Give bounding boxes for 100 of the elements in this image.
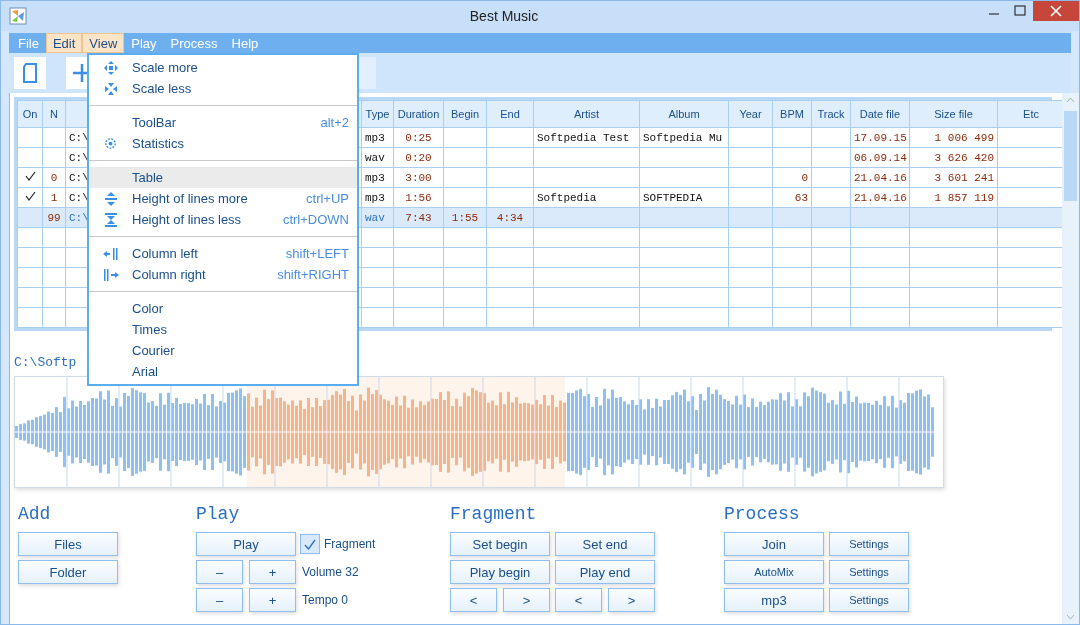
column-header[interactable]: Etc <box>997 100 1065 128</box>
column-header[interactable]: BPM <box>772 100 812 128</box>
table-cell: 3 601 241 <box>934 171 994 184</box>
column-header[interactable]: Duration <box>393 100 444 128</box>
table-cell: wav <box>365 151 385 164</box>
menu-item[interactable]: Times <box>89 319 357 340</box>
column-header[interactable]: On <box>17 100 43 128</box>
table-cell: mp3 <box>365 191 385 204</box>
expand-rows-icon <box>103 191 118 206</box>
menu-item[interactable]: Courier <box>89 340 357 361</box>
settings-button[interactable]: Settings <box>829 588 909 612</box>
table-cell: wav <box>365 211 385 224</box>
close-icon[interactable] <box>1033 1 1079 21</box>
add-button[interactable]: Folder <box>18 560 118 584</box>
menu-item[interactable]: Color <box>89 298 357 319</box>
settings-button[interactable]: Settings <box>829 560 909 584</box>
scroll-down-icon[interactable] <box>1066 614 1075 620</box>
table-cell: 0:25 <box>405 131 432 144</box>
new-file-button[interactable] <box>14 57 46 89</box>
process-button[interactable]: mp3 <box>724 588 824 612</box>
table-cell: 1 006 499 <box>934 131 994 144</box>
table-cell: C:\ <box>69 131 89 144</box>
tempo-down-button[interactable]: – <box>196 588 243 612</box>
table-cell: 0:20 <box>405 151 432 164</box>
menu-item[interactable]: Arial <box>89 361 357 382</box>
waveform-drawing[interactable] <box>15 377 943 487</box>
tempo-up-button[interactable]: + <box>249 588 296 612</box>
document-icon <box>22 62 38 84</box>
process-button[interactable]: AutoMix <box>724 560 824 584</box>
column-left-icon <box>102 246 119 261</box>
table-cell: Softpedia Test <box>537 131 630 144</box>
column-header[interactable]: Track <box>811 100 851 128</box>
add-button[interactable]: Files <box>18 532 118 556</box>
column-header[interactable]: N <box>42 100 66 128</box>
settings-button[interactable]: Settings <box>829 532 909 556</box>
menu-item[interactable]: Table <box>89 167 357 188</box>
table-cell: 17.09.15 <box>854 131 907 144</box>
volume-down-button[interactable]: – <box>196 560 243 584</box>
table-cell: C:\ <box>69 191 89 204</box>
column-header[interactable]: Album <box>639 100 729 128</box>
nudge-button[interactable]: > <box>503 588 550 612</box>
volume-label: Volume 32 <box>302 565 359 579</box>
shrink-arrows-icon <box>103 81 118 96</box>
table-cell: 63 <box>794 191 808 204</box>
window-title: Best Music <box>468 8 540 24</box>
nudge-button[interactable]: < <box>450 588 497 612</box>
table-cell: 1 857 119 <box>934 191 994 204</box>
menu-item[interactable]: Statistics <box>89 133 357 154</box>
tempo-label: Tempo 0 <box>302 593 349 607</box>
column-header[interactable]: Size file <box>909 100 998 128</box>
table-cell: 1 <box>50 191 58 204</box>
fragment-button[interactable]: Play end <box>555 560 655 584</box>
menu-item[interactable]: Height of lines more ctrl+UP <box>89 188 357 209</box>
column-header[interactable]: Begin <box>443 100 487 128</box>
fragment-button[interactable]: Play begin <box>450 560 550 584</box>
checkmark-icon[interactable] <box>24 191 36 201</box>
column-header[interactable]: Type <box>361 100 394 128</box>
menu-item[interactable]: ToolBar alt+2 <box>89 112 357 133</box>
volume-up-button[interactable]: + <box>249 560 296 584</box>
menu-item[interactable]: Scale less <box>89 78 357 99</box>
column-header[interactable]: Date file <box>850 100 910 128</box>
menu-item[interactable]: Scale more <box>89 57 357 78</box>
menu-item[interactable]: Column left shift+LEFT <box>89 243 357 264</box>
app-icon <box>9 7 27 25</box>
menu-item[interactable]: Column right shift+RIGHT <box>89 264 357 285</box>
nudge-button[interactable]: < <box>555 588 602 612</box>
column-header[interactable]: End <box>486 100 534 128</box>
gear-icon <box>103 136 118 151</box>
checkbox-label: Fragment <box>324 537 376 551</box>
table-cell: Softpedia <box>537 191 597 204</box>
scroll-thumb[interactable] <box>1064 111 1077 201</box>
fragment-button[interactable]: Set end <box>555 532 655 556</box>
section-title: Add <box>18 504 51 524</box>
play-button[interactable]: Play <box>196 532 296 556</box>
menu-item[interactable]: Edit <box>45 33 83 53</box>
scroll-up-icon[interactable] <box>1066 97 1075 103</box>
section-title: Fragment <box>450 504 537 524</box>
menu-item[interactable]: Height of lines less ctrl+DOWN <box>89 209 357 230</box>
section-title: Play <box>196 504 240 524</box>
table-cell: mp3 <box>365 131 385 144</box>
checkmark-icon[interactable] <box>24 171 36 181</box>
table-cell: 3:00 <box>405 171 432 184</box>
fragment-button[interactable]: Set begin <box>450 532 550 556</box>
menu-item[interactable]: View <box>82 33 125 53</box>
column-header[interactable]: Artist <box>533 100 640 128</box>
column-header[interactable]: Year <box>728 100 773 128</box>
move-arrows-icon <box>103 60 118 75</box>
table-cell: 1:56 <box>405 191 432 204</box>
process-button[interactable]: Join <box>724 532 824 556</box>
scrollbar[interactable] <box>1062 93 1079 624</box>
table-cell: 1:55 <box>451 211 479 224</box>
nudge-button[interactable]: > <box>608 588 655 612</box>
file-path: C:\Softp <box>14 355 77 370</box>
table-cell: SOFTPEDIA <box>643 191 703 204</box>
table-cell: 21.04.16 <box>854 191 907 204</box>
table-cell: 3 626 420 <box>934 151 994 164</box>
table-cell: C:\ <box>69 151 89 164</box>
table-cell: 4:34 <box>496 211 524 224</box>
column-right-icon <box>102 267 119 282</box>
table-cell: 0 <box>801 171 808 184</box>
